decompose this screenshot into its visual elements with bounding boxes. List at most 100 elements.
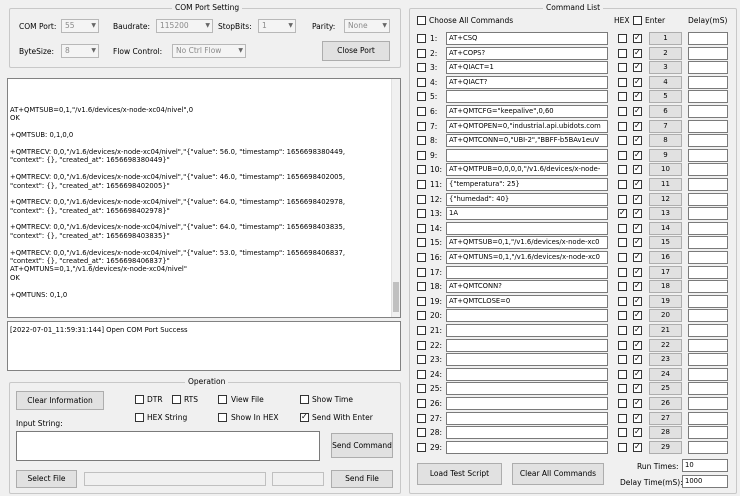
command-enter-checkbox[interactable]	[633, 121, 642, 131]
send-with-enter-checkbox[interactable]	[300, 412, 309, 422]
dtr-checkbox[interactable]	[135, 395, 144, 404]
command-input-field[interactable]: AT+QMTUNS=0,1,"/v1.6/devices/x-node-xc0	[446, 251, 608, 264]
command-input-field[interactable]	[446, 397, 608, 410]
command-enter-checkbox[interactable]	[633, 267, 642, 277]
command-delay-field[interactable]	[688, 46, 728, 60]
command-hex-checkbox[interactable]	[618, 92, 627, 102]
command-hex-checkbox[interactable]	[618, 282, 627, 292]
send-command-number-button[interactable]: 8	[649, 134, 682, 148]
command-delay-field[interactable]	[688, 397, 728, 410]
send-command-number-button[interactable]: 3	[649, 61, 682, 75]
send-command-number-button[interactable]: 2	[649, 46, 682, 60]
command-select-checkbox[interactable]	[417, 296, 426, 306]
command-enter-checkbox[interactable]	[633, 208, 642, 219]
command-hex-checkbox[interactable]	[618, 63, 627, 73]
command-enter-checkbox[interactable]	[633, 325, 642, 335]
input-string-field[interactable]	[16, 431, 320, 461]
command-delay-field[interactable]	[688, 61, 728, 75]
command-delay-field[interactable]	[688, 32, 728, 45]
command-delay-field[interactable]	[688, 207, 728, 221]
command-hex-checkbox[interactable]	[618, 34, 627, 43]
command-enter-checkbox[interactable]	[633, 150, 642, 160]
command-hex-checkbox[interactable]	[618, 165, 627, 175]
run-times-field[interactable]: 10	[682, 459, 728, 472]
receive-log[interactable]: AT+QMTSUB=0,1,"/v1.6/devices/x-node-xc04…	[7, 78, 401, 318]
command-enter-checkbox[interactable]	[633, 91, 642, 102]
select-file-button[interactable]: Select File	[16, 470, 77, 488]
command-delay-field[interactable]	[688, 382, 728, 396]
command-hex-checkbox[interactable]	[618, 238, 627, 248]
command-input-field[interactable]	[446, 338, 608, 352]
command-enter-checkbox[interactable]	[633, 252, 642, 262]
command-select-checkbox[interactable]	[417, 136, 426, 146]
load-test-script-button[interactable]: Load Test Script	[417, 463, 502, 485]
command-select-checkbox[interactable]	[417, 442, 426, 452]
command-input-field[interactable]	[446, 90, 608, 104]
bytesize-select[interactable]: 8 ▼	[61, 44, 99, 58]
clear-information-button[interactable]: Clear Information	[16, 391, 104, 410]
command-enter-checkbox[interactable]	[633, 179, 642, 189]
command-enter-checkbox[interactable]	[633, 354, 642, 365]
command-enter-checkbox[interactable]	[633, 383, 642, 394]
command-delay-field[interactable]	[688, 324, 728, 337]
command-select-checkbox[interactable]	[417, 413, 426, 423]
choose-all-checkbox[interactable]	[417, 16, 426, 25]
command-hex-checkbox[interactable]	[618, 208, 627, 219]
command-enter-checkbox[interactable]	[633, 340, 642, 350]
command-enter-checkbox[interactable]	[633, 77, 642, 87]
command-hex-checkbox[interactable]	[618, 326, 627, 335]
status-log[interactable]: [2022-07-01_11:59:31:144] Open COM Port …	[7, 321, 401, 371]
delay-time-field[interactable]: 1000	[682, 475, 728, 488]
command-select-checkbox[interactable]	[417, 63, 426, 73]
command-delay-field[interactable]	[688, 338, 728, 352]
command-hex-checkbox[interactable]	[618, 399, 627, 408]
command-input-field[interactable]: AT+QMTSUB=0,1,"/v1.6/devices/x-node-xc0	[446, 236, 608, 250]
file-path-field[interactable]	[84, 472, 266, 486]
rts-checkbox[interactable]	[172, 395, 181, 404]
send-command-number-button[interactable]: 14	[649, 221, 682, 235]
command-enter-checkbox[interactable]	[633, 369, 642, 379]
send-command-number-button[interactable]: 22	[649, 338, 682, 352]
send-command-number-button[interactable]: 25	[649, 382, 682, 396]
command-input-field[interactable]: AT+QIACT?	[446, 75, 608, 89]
send-command-button[interactable]: Send Command	[331, 433, 393, 458]
command-select-checkbox[interactable]	[417, 121, 426, 131]
command-input-field[interactable]: AT+QMTCFG="keepalive",0,60	[446, 105, 608, 118]
command-enter-checkbox[interactable]	[633, 223, 642, 233]
send-file-button[interactable]: Send File	[331, 470, 393, 488]
command-hex-checkbox[interactable]	[618, 369, 627, 379]
command-hex-checkbox[interactable]	[618, 223, 627, 233]
command-hex-checkbox[interactable]	[618, 413, 627, 423]
command-delay-field[interactable]	[688, 367, 728, 381]
enter-all-checkbox[interactable]	[633, 16, 642, 25]
command-enter-checkbox[interactable]	[633, 62, 642, 73]
command-input-field[interactable]: {"humedad": 40}	[446, 192, 608, 206]
command-enter-checkbox[interactable]	[633, 194, 642, 204]
command-delay-field[interactable]	[688, 105, 728, 118]
send-command-number-button[interactable]: 11	[649, 178, 682, 191]
command-select-checkbox[interactable]	[417, 107, 426, 116]
send-command-number-button[interactable]: 4	[649, 75, 682, 89]
command-delay-field[interactable]	[688, 75, 728, 89]
command-enter-checkbox[interactable]	[633, 135, 642, 146]
command-select-checkbox[interactable]	[417, 223, 426, 233]
command-select-checkbox[interactable]	[417, 399, 426, 408]
command-hex-checkbox[interactable]	[618, 253, 627, 262]
command-delay-field[interactable]	[688, 353, 728, 367]
show-time-checkbox[interactable]	[300, 395, 309, 404]
send-command-number-button[interactable]: 12	[649, 192, 682, 206]
command-input-field[interactable]	[446, 353, 608, 367]
command-select-checkbox[interactable]	[417, 194, 426, 204]
command-delay-field[interactable]	[688, 163, 728, 177]
send-command-number-button[interactable]: 16	[649, 251, 682, 264]
command-select-checkbox[interactable]	[417, 150, 426, 160]
command-delay-field[interactable]	[688, 265, 728, 279]
command-hex-checkbox[interactable]	[618, 48, 627, 58]
command-input-field[interactable]: AT+QIACT=1	[446, 61, 608, 75]
command-select-checkbox[interactable]	[417, 92, 426, 102]
command-input-field[interactable]	[446, 382, 608, 396]
send-command-number-button[interactable]: 10	[649, 163, 682, 177]
stopbits-select[interactable]: 1 ▼	[258, 19, 296, 33]
send-command-number-button[interactable]: 20	[649, 309, 682, 323]
command-hex-checkbox[interactable]	[618, 311, 627, 321]
